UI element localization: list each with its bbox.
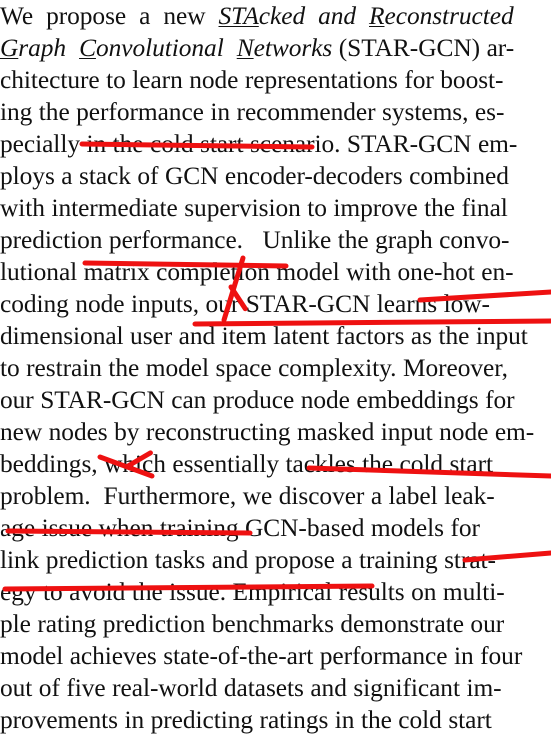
text-run: ple rating prediction benchmarks demonst…: [0, 610, 505, 638]
text-run: coding node inputs, our STAR-GCN learns …: [0, 290, 490, 318]
text-run: new nodes by reconstructing masked input…: [0, 418, 535, 446]
text-run: C: [79, 34, 96, 62]
text-run: cked and: [258, 2, 370, 30]
text-run: R: [369, 2, 385, 30]
text-line: new nodes by reconstructing masked input…: [0, 416, 551, 448]
text-run: (STAR-GCN) ar-: [332, 34, 515, 62]
text-run: beddings, which essentially tackles the …: [0, 450, 493, 478]
text-run: We propose a new: [0, 2, 219, 30]
text-run: link prediction tasks and propose a trai…: [0, 546, 496, 574]
text-line: our STAR-GCN can produce node embeddings…: [0, 384, 551, 416]
text-line: out of five real-world datasets and sign…: [0, 672, 551, 704]
text-line: We propose a new STAcked and Reconstruct…: [0, 0, 551, 32]
text-run: to restrain the model space complexity. …: [0, 354, 508, 382]
text-line: ple rating prediction benchmarks demonst…: [0, 608, 551, 640]
document-page: We propose a new STAcked and Reconstruct…: [0, 0, 551, 736]
text-line: model achieves state-of-the-art performa…: [0, 640, 551, 672]
text-line: chitecture to learn node representations…: [0, 64, 551, 96]
text-run: with intermediate supervision to improve…: [0, 194, 508, 222]
text-line: coding node inputs, our STAR-GCN learns …: [0, 288, 551, 320]
text-line: prediction performance. Unlike the graph…: [0, 224, 551, 256]
text-line: dimensional user and item latent factors…: [0, 320, 551, 352]
text-run: pecially in the cold start scenario. STA…: [0, 130, 518, 158]
text-run: econstructed: [384, 2, 514, 30]
text-run: onvolutional: [95, 34, 237, 62]
text-run: dimensional user and item latent factors…: [0, 322, 528, 350]
text-line: problem. Furthermore, we discover a labe…: [0, 480, 551, 512]
text-run: our STAR-GCN can produce node embeddings…: [0, 386, 515, 414]
text-run: N: [236, 34, 254, 62]
text-run: G: [0, 34, 19, 62]
text-run: egy to avoid the issue. Empirical result…: [0, 578, 505, 606]
text-run: prediction performance. Unlike the graph…: [0, 226, 510, 254]
text-run: etworks: [253, 34, 333, 62]
text-line: beddings, which essentially tackles the …: [0, 448, 551, 480]
text-line: ing the performance in recommender syste…: [0, 96, 551, 128]
text-run: lutional matrix completion model with on…: [0, 258, 514, 286]
text-run: model achieves state-of-the-art performa…: [0, 642, 523, 670]
text-run: chitecture to learn node representations…: [0, 66, 504, 94]
text-run: out of five real-world datasets and sign…: [0, 674, 502, 702]
text-line: with intermediate supervision to improve…: [0, 192, 551, 224]
text-run: ploys a stack of GCN encoder-decoders co…: [0, 162, 509, 190]
text-line: link prediction tasks and propose a trai…: [0, 544, 551, 576]
text-line: to restrain the model space complexity. …: [0, 352, 551, 384]
text-line: lutional matrix completion model with on…: [0, 256, 551, 288]
text-run: raph: [18, 34, 80, 62]
text-line: ploys a stack of GCN encoder-decoders co…: [0, 160, 551, 192]
text-run: STA: [218, 2, 259, 30]
text-run: age issue when training GCN-based models…: [0, 514, 480, 542]
text-run: problem. Furthermore, we discover a labe…: [0, 482, 495, 510]
text-run: ing the performance in recommender syste…: [0, 98, 505, 126]
text-line: egy to avoid the issue. Empirical result…: [0, 576, 551, 608]
abstract-paragraph: We propose a new STAcked and Reconstruct…: [0, 0, 551, 736]
text-line: pecially in the cold start scenario. STA…: [0, 128, 551, 160]
text-line: age issue when training GCN-based models…: [0, 512, 551, 544]
text-run: provements in predicting ratings in the …: [0, 706, 492, 734]
text-line: provements in predicting ratings in the …: [0, 704, 551, 736]
text-line: Graph Convolutional Networks (STAR-GCN) …: [0, 32, 551, 64]
